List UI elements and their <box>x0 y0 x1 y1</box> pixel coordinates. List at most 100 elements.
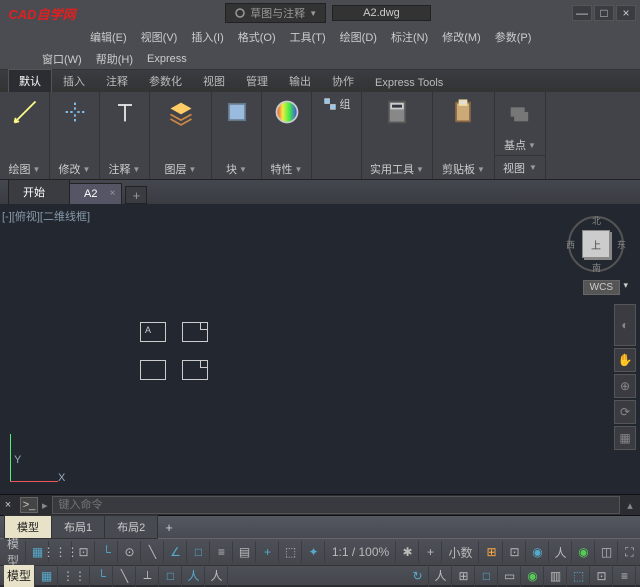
layout-tab-布局2[interactable]: 布局2 <box>104 515 158 539</box>
file-tab-A2[interactable]: A2× <box>69 183 122 204</box>
cmd-close-icon[interactable]: × <box>0 499 16 511</box>
ribbon-tab-默认[interactable]: 默认 <box>8 69 52 92</box>
status-ws-icon[interactable]: ◉ <box>527 541 549 563</box>
status-gear-icon[interactable]: ✱ <box>397 541 419 563</box>
status2-g-icon[interactable]: 人 <box>206 565 228 587</box>
menu-帮助(H)[interactable]: 帮助(H) <box>90 49 139 69</box>
status2-k-icon[interactable]: □ <box>476 565 498 587</box>
layout-tab-add[interactable]: + <box>157 517 181 538</box>
workspace-dropdown[interactable]: 草图与注释▼ <box>225 3 326 23</box>
ribbon-tab-输出[interactable]: 输出 <box>279 69 321 92</box>
file-tab-close-icon[interactable]: × <box>110 188 116 199</box>
status-annoscale-icon[interactable]: 人 <box>550 541 572 563</box>
nav-pan[interactable]: ✋ <box>614 348 636 372</box>
status-menu-icon[interactable]: ⋮⋮⋮ <box>50 541 72 563</box>
menu-格式(O)[interactable]: 格式(O) <box>232 27 282 47</box>
status-qp-icon[interactable]: ⊞ <box>481 541 503 563</box>
ribbon-tab-Express Tools[interactable]: Express Tools <box>365 73 453 92</box>
status-scale[interactable]: 1:1 / 100% <box>326 541 396 563</box>
status-iso-icon[interactable]: ╲ <box>142 541 164 563</box>
ribbon-tab-管理[interactable]: 管理 <box>236 69 278 92</box>
minimize-button[interactable]: — <box>572 5 592 21</box>
maximize-button[interactable]: □ <box>594 5 614 21</box>
panel-layers[interactable]: 图层▼ <box>150 92 212 179</box>
status2-e-icon[interactable]: □ <box>160 565 182 587</box>
status-grid-icon[interactable]: ▦ <box>27 541 49 563</box>
status2-o-icon[interactable]: ⬚ <box>568 565 590 587</box>
ribbon-tab-注释[interactable]: 注释 <box>96 69 138 92</box>
status-ext-icon[interactable]: ⊡ <box>73 541 95 563</box>
menu-编辑(E)[interactable]: 编辑(E) <box>84 27 133 47</box>
status2-p-icon[interactable]: ⊡ <box>591 565 613 587</box>
status-otrack-icon[interactable]: ∠ <box>165 541 187 563</box>
viewport-label[interactable]: [-][俯视][二维线框] <box>2 208 90 224</box>
status-units[interactable]: 小数 <box>443 541 479 563</box>
cmd-recent-icon[interactable]: ▴ <box>620 499 640 512</box>
panel-utilities[interactable]: 实用工具▼ <box>362 92 433 179</box>
panel-clipboard[interactable]: 剪贴板▼ <box>433 92 495 179</box>
panel-block[interactable]: 块▼ <box>212 92 262 179</box>
status2-l-icon[interactable]: ▭ <box>499 565 521 587</box>
status2-a-icon[interactable]: ⋮⋮ <box>59 565 90 587</box>
nav-zoom[interactable]: ⊕ <box>614 374 636 398</box>
panel-basepoint[interactable]: 基点▼ <box>495 92 545 155</box>
drawing-canvas[interactable]: [-][俯视][二维线框] 上 北 南 东 西 WCS ▾ ◐ ✋ ⊕ ⟳ ▦ … <box>0 204 640 494</box>
status2-grid-icon[interactable]: ▦ <box>36 565 58 587</box>
status2-h-icon[interactable]: ↻ <box>407 565 429 587</box>
panel-draw[interactable]: 绘图▼ <box>0 92 50 179</box>
menu-视图(V)[interactable]: 视图(V) <box>135 27 184 47</box>
status-annomon-icon[interactable]: ⊡ <box>504 541 526 563</box>
status-3dosnap-icon[interactable]: ✦ <box>303 541 325 563</box>
status-selcyc-icon[interactable]: ⬚ <box>280 541 302 563</box>
status2-c-icon[interactable]: ╲ <box>114 565 136 587</box>
status2-f-icon[interactable]: 人 <box>183 565 205 587</box>
status2-q-icon[interactable]: ≡ <box>614 565 636 587</box>
status2-d-icon[interactable]: ⟂ <box>137 565 159 587</box>
menu-标注(N)[interactable]: 标注(N) <box>385 27 434 47</box>
nav-wheel[interactable]: ◐ <box>614 304 636 346</box>
layout-tab-模型[interactable]: 模型 <box>4 515 52 539</box>
viewcube[interactable]: 上 北 南 东 西 <box>568 216 624 272</box>
status2-j-icon[interactable]: ⊞ <box>453 565 475 587</box>
status2-n-icon[interactable]: ▥ <box>545 565 567 587</box>
panel-properties[interactable]: 特性▼ <box>262 92 312 179</box>
menu-绘图(D)[interactable]: 绘图(D) <box>334 27 383 47</box>
ribbon-tab-参数化[interactable]: 参数化 <box>139 69 192 92</box>
status-tpy-icon[interactable]: ▤ <box>234 541 256 563</box>
wcs-label[interactable]: WCS <box>583 280 620 295</box>
panel-modify[interactable]: 修改▼ <box>50 92 100 179</box>
status-dyn-icon[interactable]: + <box>257 541 279 563</box>
wcs-dropdown-icon[interactable]: ▾ <box>623 280 628 291</box>
cmd-prompt-icon[interactable]: >_ <box>20 497 38 513</box>
status-hw-icon[interactable]: ◉ <box>573 541 595 563</box>
ribbon-tab-视图[interactable]: 视图 <box>193 69 235 92</box>
menu-修改(M)[interactable]: 修改(M) <box>436 27 487 47</box>
command-input[interactable] <box>52 496 620 514</box>
close-button[interactable]: × <box>616 5 636 21</box>
status-isolate-icon[interactable]: ◫ <box>596 541 618 563</box>
menu-窗口(W)[interactable]: 窗口(W) <box>36 49 88 69</box>
nav-showmotion[interactable]: ▦ <box>614 426 636 450</box>
file-tab-add[interactable]: + <box>125 186 147 204</box>
panel-view-label[interactable]: 视图▼ <box>495 155 545 179</box>
panel-annotate[interactable]: 注释▼ <box>100 92 150 179</box>
menu-插入(I)[interactable]: 插入(I) <box>185 27 229 47</box>
ribbon-tab-插入[interactable]: 插入 <box>53 69 95 92</box>
panel-group[interactable]: 组 <box>312 92 362 179</box>
file-tab-开始[interactable]: 开始 <box>8 179 70 204</box>
nav-orbit[interactable]: ⟳ <box>614 400 636 424</box>
ribbon-tab-协作[interactable]: 协作 <box>322 69 364 92</box>
status-polar-icon[interactable]: ⊙ <box>119 541 141 563</box>
layout-tab-布局1[interactable]: 布局1 <box>51 515 105 539</box>
status2-m-icon[interactable]: ◉ <box>522 565 544 587</box>
status2-b-icon[interactable]: └ <box>91 565 113 587</box>
status2-i-icon[interactable]: 人 <box>430 565 452 587</box>
menu-工具(T)[interactable]: 工具(T) <box>284 27 332 47</box>
status-snap-icon[interactable]: └ <box>96 541 118 563</box>
status-lwt-icon[interactable]: ≡ <box>211 541 233 563</box>
menu-参数(P)[interactable]: 参数(P) <box>489 27 538 47</box>
status-model[interactable]: 模型 <box>4 541 26 563</box>
status-add-icon[interactable]: + <box>420 541 442 563</box>
status2-model[interactable]: 模型 <box>4 565 35 587</box>
status-osnap-icon[interactable]: □ <box>188 541 210 563</box>
